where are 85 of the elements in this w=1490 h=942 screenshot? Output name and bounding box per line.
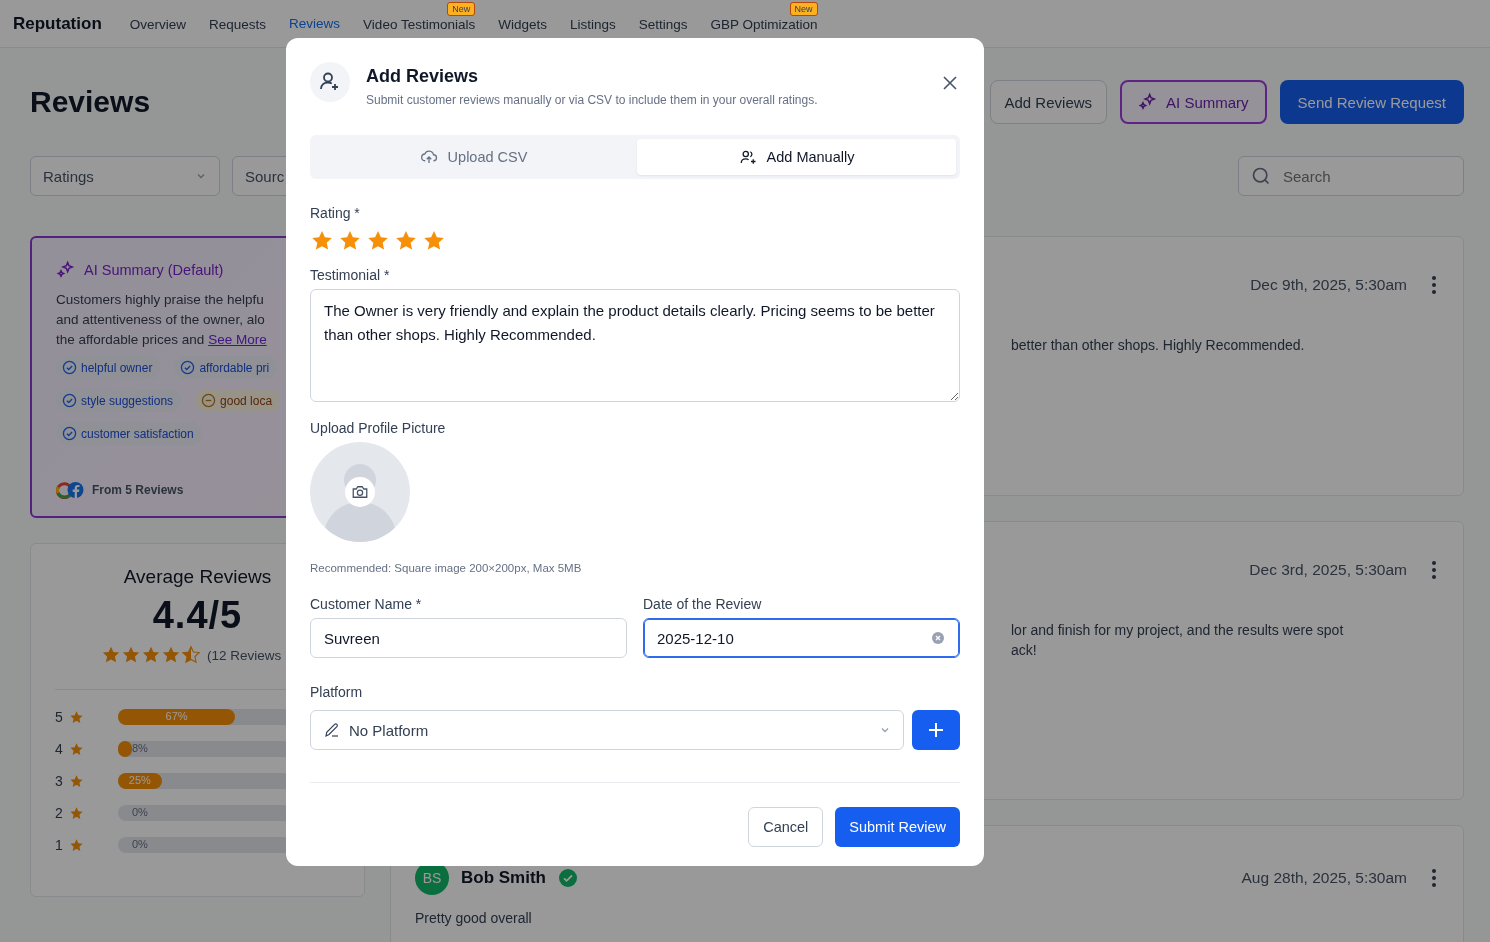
- plus-icon: [928, 722, 944, 738]
- review-count: (12 Reviews: [207, 647, 282, 663]
- filter-select[interactable]: Ratings: [30, 156, 220, 196]
- nav-tab[interactable]: Requests: [209, 0, 267, 47]
- rating-label: 5: [55, 709, 64, 725]
- star-icon: [101, 645, 121, 665]
- clear-icon[interactable]: [932, 632, 944, 644]
- text-field[interactable]: 2025-12-10: [643, 618, 960, 658]
- star-icon: [141, 645, 161, 665]
- cancel-button[interactable]: Cancel: [748, 807, 824, 847]
- pen-icon: [323, 721, 341, 739]
- sparkle-icon: [56, 260, 76, 280]
- average-score: 4.4/5: [152, 594, 243, 637]
- rating-label: 1: [55, 837, 64, 853]
- tag-label: customer satisfaction: [81, 426, 194, 441]
- dialog-tab[interactable]: Upload CSV: [314, 139, 633, 175]
- field-label: Date of the Review: [643, 596, 763, 612]
- field-label: Rating *: [310, 205, 361, 221]
- check-circle-icon: [62, 426, 77, 441]
- field-label: Upload Profile Picture: [310, 420, 447, 436]
- search-icon: [1251, 166, 1271, 186]
- add-reviews-button[interactable]: Add Reviews: [989, 80, 1108, 124]
- app-title: Reputation: [13, 13, 102, 34]
- more-options-icon[interactable]: [1431, 868, 1437, 888]
- add-user-icon: [310, 62, 350, 102]
- bar-percent: 0%: [132, 806, 148, 818]
- ai-summary-title: AI Summary (Default): [84, 262, 224, 278]
- reviewer-name: Bob Smith: [461, 868, 546, 888]
- bar-percent: 0%: [132, 838, 148, 850]
- minus-circle-icon: [201, 393, 217, 408]
- dialog-title: Add Reviews: [366, 66, 480, 87]
- see-more-link[interactable]: See More: [208, 332, 267, 347]
- review-text: better than other shops. Highly Recommended.: [1011, 336, 1305, 355]
- field-label: Testimonial *: [310, 267, 391, 283]
- tag-label: affordable pri: [199, 360, 270, 375]
- more-options-icon[interactable]: [1431, 275, 1437, 295]
- new-badge: New: [789, 2, 818, 16]
- platform-select[interactable]: No Platform: [310, 710, 904, 750]
- star-icon: [69, 773, 84, 789]
- platform-logos-icon: [56, 481, 84, 499]
- star-icon: [121, 645, 141, 665]
- add-platform-button[interactable]: [912, 710, 960, 750]
- check-circle-icon: [62, 360, 77, 375]
- field-label: Platform: [310, 684, 364, 700]
- search-field[interactable]: Search: [1238, 156, 1464, 196]
- users-plus-icon: [738, 148, 757, 166]
- rating-label: 3: [55, 773, 64, 789]
- nav-tab[interactable]: Overview: [129, 0, 187, 47]
- more-options-icon[interactable]: [1431, 560, 1437, 580]
- testimonial-field[interactable]: The Owner is very friendly and explain the product details clearly. Pricing seems to be better than other shops. Highly Recommended.: [310, 289, 960, 402]
- tag-label: style suggestions: [81, 393, 174, 408]
- bar-percent: 67%: [165, 710, 188, 722]
- dialog-tab[interactable]: Add Manually: [637, 139, 956, 175]
- rating-label: 4: [55, 741, 64, 757]
- tag-label: helpful owner: [81, 360, 153, 375]
- star-icon: [69, 837, 84, 853]
- star-icon: [69, 805, 84, 821]
- dialog-subtitle: Submit customer reviews manually or via CSV to include them in your overall ratings.: [366, 93, 819, 107]
- review-date: Dec 9th, 2025, 5:30am: [1250, 276, 1407, 294]
- page-title: Reviews: [30, 85, 151, 119]
- upload-hint: Recommended: Square image 200×200px, Max 5MB: [310, 562, 583, 574]
- check-circle-icon: [180, 360, 196, 375]
- field-label: Customer Name *: [310, 596, 423, 612]
- tag-label: good loca: [220, 393, 273, 408]
- cloud-upload-icon: [419, 148, 438, 166]
- rating-label: 2: [55, 805, 64, 821]
- review-text: Pretty good overall: [415, 909, 532, 928]
- star-icon: [181, 645, 201, 665]
- review-date: Dec 3rd, 2025, 5:30am: [1249, 561, 1407, 579]
- submit-button[interactable]: Submit Review: [835, 807, 960, 847]
- star-icon: [161, 645, 181, 665]
- text-field[interactable]: Suvreen: [310, 618, 627, 658]
- review-source-count: From 5 Reviews: [92, 483, 184, 497]
- send-request-button[interactable]: Send Review Request: [1279, 80, 1464, 124]
- bar-percent: 25%: [128, 774, 151, 786]
- star-icon: [69, 709, 84, 725]
- average-reviews-title: Average Reviews: [123, 566, 272, 588]
- star-icon: [69, 741, 84, 757]
- review-text: lor and finish for my project, and the results were spot ack!: [1011, 621, 1344, 660]
- close-icon[interactable]: [942, 75, 958, 91]
- new-badge: New: [447, 2, 476, 16]
- ai-summary-button[interactable]: AI Summary: [1120, 80, 1267, 124]
- check-circle-icon: [62, 393, 77, 408]
- bar-percent: 8%: [132, 742, 148, 754]
- review-date: Aug 28th, 2025, 5:30am: [1241, 869, 1407, 887]
